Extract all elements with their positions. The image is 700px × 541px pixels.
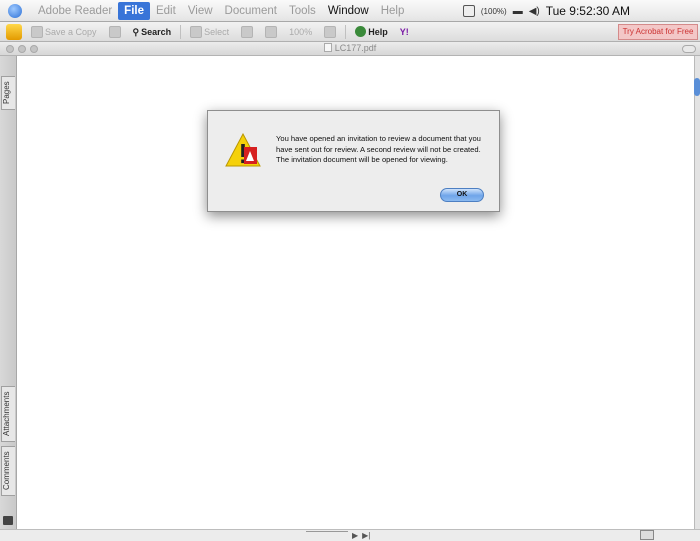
pdf-file-icon xyxy=(323,43,332,52)
zoom-in-button[interactable] xyxy=(321,24,339,40)
try-acrobat-button[interactable]: Try Acrobat for Free xyxy=(618,24,698,40)
navigation-pane: Pages Attachments Comments xyxy=(0,56,17,529)
save-copy-button[interactable]: Save a Copy xyxy=(28,24,100,40)
print-button[interactable] xyxy=(106,24,124,40)
adobe-reader-icon xyxy=(6,23,22,40)
battery-percent: (100%) xyxy=(480,6,507,16)
next-page-button[interactable]: ▶ xyxy=(352,531,358,540)
help-button[interactable]: Help xyxy=(352,24,391,40)
document-titlebar: LC177.pdf xyxy=(0,42,700,56)
search-label: Search xyxy=(141,26,172,37)
tab-pages[interactable]: Pages xyxy=(1,76,15,110)
yahoo-button[interactable]: Y! xyxy=(397,24,412,40)
menu-clock[interactable]: Tue 9:52:30 AM xyxy=(546,4,630,18)
vertical-scrollbar[interactable] xyxy=(694,56,700,529)
zoom-value[interactable]: 100% xyxy=(286,24,315,40)
zoom-in-icon xyxy=(324,25,337,38)
toolbar-separator xyxy=(180,24,182,39)
menu-view[interactable]: View xyxy=(182,2,219,20)
tab-comments[interactable]: Comments xyxy=(1,446,15,496)
display-icon[interactable]: ▬ xyxy=(513,6,523,17)
menu-adobe-reader[interactable]: Adobe Reader xyxy=(32,2,118,20)
select-tool-button[interactable]: Select xyxy=(187,24,232,40)
menu-edit[interactable]: Edit xyxy=(150,2,182,20)
menu-window[interactable]: Window xyxy=(322,2,375,20)
page-navigation: ▶ ▶| xyxy=(306,531,370,540)
help-label: Help xyxy=(368,26,388,37)
warning-icon xyxy=(225,133,261,167)
scrollbar-thumb[interactable] xyxy=(694,78,700,96)
save-icon xyxy=(31,25,43,38)
save-copy-label: Save a Copy xyxy=(45,26,97,37)
menu-file[interactable]: File xyxy=(118,1,150,20)
volume-icon[interactable]: ◀) xyxy=(529,6,540,17)
print-icon xyxy=(108,25,121,38)
document-title-text: LC177.pdf xyxy=(334,43,377,53)
toolbar-separator xyxy=(345,24,347,39)
battery-icon[interactable] xyxy=(462,5,475,17)
menu-help[interactable]: Help xyxy=(375,2,411,20)
zoom-out-icon xyxy=(265,25,278,38)
menu-document[interactable]: Document xyxy=(219,2,283,20)
camera-icon xyxy=(241,25,254,38)
toolbar-toggle-button[interactable] xyxy=(682,45,696,53)
toolbar: Save a Copy ⚲ Search Select 100% Help Y!… xyxy=(0,22,700,42)
menu-extras: (100%) ▬ ◀) Tue 9:52:30 AM xyxy=(462,0,630,22)
page-layout-icon[interactable] xyxy=(640,530,654,540)
review-alert-dialog: You have opened an invitation to review … xyxy=(207,110,500,212)
menu-bar: Adobe Reader File Edit View Document Too… xyxy=(0,0,700,22)
document-title: LC177.pdf xyxy=(0,43,700,53)
snapshot-button[interactable] xyxy=(238,24,256,40)
select-icon xyxy=(190,25,203,38)
menu-tools[interactable]: Tools xyxy=(283,2,322,20)
search-button[interactable]: ⚲ Search xyxy=(130,24,175,40)
apple-menu-icon[interactable] xyxy=(8,3,22,18)
dialog-message: You have opened an invitation to review … xyxy=(276,134,481,165)
binoculars-icon: ⚲ xyxy=(132,26,140,37)
tab-attachments[interactable]: Attachments xyxy=(1,386,15,442)
last-page-button[interactable]: ▶| xyxy=(362,531,370,540)
ok-button[interactable]: OK xyxy=(440,188,484,202)
options-icon[interactable] xyxy=(3,516,13,525)
status-bar: ▶ ▶| xyxy=(0,529,700,541)
select-label: Select xyxy=(204,26,230,37)
help-icon xyxy=(355,26,367,37)
zoom-out-button[interactable] xyxy=(262,24,280,40)
page-number-field[interactable] xyxy=(306,531,348,540)
